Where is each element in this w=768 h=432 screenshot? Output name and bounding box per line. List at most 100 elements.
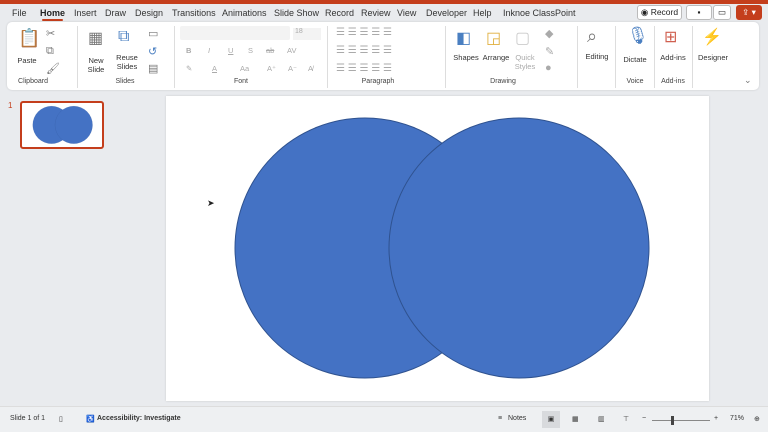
paste-icon: 📋 (18, 28, 41, 48)
change-case-icon[interactable]: Aa (240, 64, 249, 73)
reset-icon[interactable]: ↺ (148, 45, 157, 58)
slide-sorter-icon[interactable]: ▦ (572, 415, 579, 423)
shadow-button[interactable]: S (248, 46, 253, 55)
cut-icon[interactable]: ✂ (46, 27, 55, 40)
notes-button[interactable]: Notes (508, 415, 526, 422)
slide-content (234, 117, 650, 379)
font-name-dropdown[interactable] (180, 26, 290, 40)
divider (654, 26, 655, 88)
zoom-in-button[interactable]: + (714, 415, 718, 422)
divider (692, 26, 693, 88)
tab-insert[interactable]: Insert (74, 8, 97, 18)
paragraph-group-label: Paragraph (361, 78, 395, 85)
record-button[interactable]: ◉ Record (637, 5, 682, 20)
indent-tools[interactable]: ☰ ☰ ☰ ☰ ☰ (336, 46, 392, 56)
slide-thumbnail-1[interactable] (20, 101, 104, 149)
comments-button[interactable]: ▪ (686, 5, 712, 20)
search-icon: ⌕ (587, 26, 598, 46)
shape-fill-icon[interactable]: ◆ (545, 27, 553, 40)
shrink-font-icon[interactable]: A⁻ (288, 64, 297, 73)
clear-format-icon[interactable]: A̸ (308, 64, 313, 73)
reuse-slides-button[interactable]: Reuse Slides (114, 53, 140, 71)
divider (174, 26, 175, 88)
zoom-slider[interactable] (652, 420, 710, 421)
format-painter-icon[interactable]: 🖌 (46, 62, 60, 75)
highlight-icon[interactable]: ✎ (186, 64, 192, 73)
tab-home[interactable]: Home (40, 8, 65, 21)
font-size-dropdown[interactable]: 18 (293, 28, 321, 40)
tab-review[interactable]: Review (361, 8, 391, 18)
designer-button[interactable]: Designer (696, 53, 730, 62)
bold-button[interactable]: B (186, 46, 191, 55)
reuse-slides-icon: ⧉ (118, 28, 130, 45)
tab-classpoint[interactable]: Inknoe ClassPoint (503, 8, 576, 18)
shape-outline-icon[interactable]: ✎ (545, 45, 554, 58)
tab-view[interactable]: View (397, 8, 416, 18)
layout-icon[interactable]: ▭ (148, 27, 158, 40)
zoom-level[interactable]: 71% (730, 415, 744, 422)
reading-view-icon[interactable]: ▥ (598, 415, 605, 423)
shape-effects-icon[interactable]: ● (545, 62, 552, 74)
record-icon: ◉ (640, 7, 649, 17)
spelling-icon[interactable]: ▯ (59, 415, 63, 423)
shapes-button[interactable]: Shapes (452, 53, 480, 62)
dictate-button[interactable]: Dictate (620, 55, 650, 64)
slideshow-icon[interactable]: ⊤ (623, 415, 629, 423)
title-strip (0, 0, 768, 4)
tab-file[interactable]: File (12, 8, 27, 18)
slide-canvas[interactable] (166, 96, 709, 401)
tab-transitions[interactable]: Transitions (172, 8, 216, 18)
divider (445, 26, 446, 88)
share-icon: ⇪ ▾ (742, 7, 756, 17)
voice-group-label: Voice (626, 78, 644, 85)
char-spacing-icon[interactable]: AV (287, 46, 296, 55)
normal-view-icon[interactable]: ▣ (542, 411, 560, 428)
notes-icon: ≡ (498, 415, 503, 422)
zoom-slider-thumb[interactable] (670, 416, 674, 425)
editing-button[interactable]: Editing (583, 52, 611, 61)
zoom-out-button[interactable]: − (642, 415, 646, 422)
tab-design[interactable]: Design (135, 8, 163, 18)
slides-group-label: Slides (115, 78, 135, 85)
new-slide-button[interactable]: New Slide (82, 56, 110, 74)
thumbnail-preview (32, 106, 93, 144)
status-bar: Slide 1 of 1 ▯ ♿ Accessibility: Investig… (0, 406, 768, 432)
strikethrough-icon[interactable]: ab (266, 46, 274, 55)
tab-draw[interactable]: Draw (105, 8, 126, 18)
tab-help[interactable]: Help (473, 8, 492, 18)
tab-slide-show[interactable]: Slide Show (274, 8, 319, 18)
arrange-button[interactable]: Arrange (481, 53, 511, 62)
font-group-label: Font (233, 78, 248, 85)
copy-icon[interactable]: ⧉ (46, 45, 54, 58)
paragraph-tools[interactable]: ☰ ☰ ☰ ☰ ☰ (336, 28, 392, 38)
chat-button[interactable]: ▭ (713, 5, 731, 20)
align-tools[interactable]: ☰ ☰ ☰ ☰ ☰ (336, 64, 392, 74)
font-color-icon[interactable]: A (212, 64, 217, 73)
underline-button[interactable]: U (228, 46, 233, 55)
tab-animations[interactable]: Animations (222, 8, 267, 18)
drawing-group-label: Drawing (490, 78, 516, 85)
new-slide-icon: ▦ (88, 30, 104, 47)
paste-button[interactable]: Paste (14, 56, 40, 65)
grow-font-icon[interactable]: A⁺ (267, 64, 276, 73)
accessibility-button[interactable]: Accessibility: Investigate (97, 415, 181, 422)
add-ins-icon: ⊞ (664, 29, 678, 46)
divider (615, 26, 616, 88)
shapes-icon: ◧ (456, 30, 472, 47)
tab-developer[interactable]: Developer (426, 8, 467, 18)
right-circle[interactable] (388, 117, 650, 379)
fit-to-window-icon[interactable]: ⊕ (754, 415, 760, 423)
collapse-ribbon-icon[interactable]: ⌄ (744, 75, 752, 86)
comment-icon: ▭ (717, 7, 727, 17)
add-ins-button[interactable]: Add-ins (658, 53, 688, 62)
quick-styles-icon: ▢ (515, 30, 531, 47)
clipboard-group-label: Clipboard (18, 78, 48, 85)
italic-button[interactable]: I (208, 46, 210, 55)
add-ins-group-label: Add-ins (661, 78, 685, 85)
tab-record[interactable]: Record (325, 8, 354, 18)
share-button[interactable]: ⇪ ▾ (736, 5, 762, 20)
arrange-icon: ◲ (486, 30, 502, 47)
quick-styles-button[interactable]: Quick Styles (512, 53, 538, 71)
slide-number: 1 (8, 101, 13, 110)
section-icon[interactable]: ▤ (148, 62, 158, 75)
